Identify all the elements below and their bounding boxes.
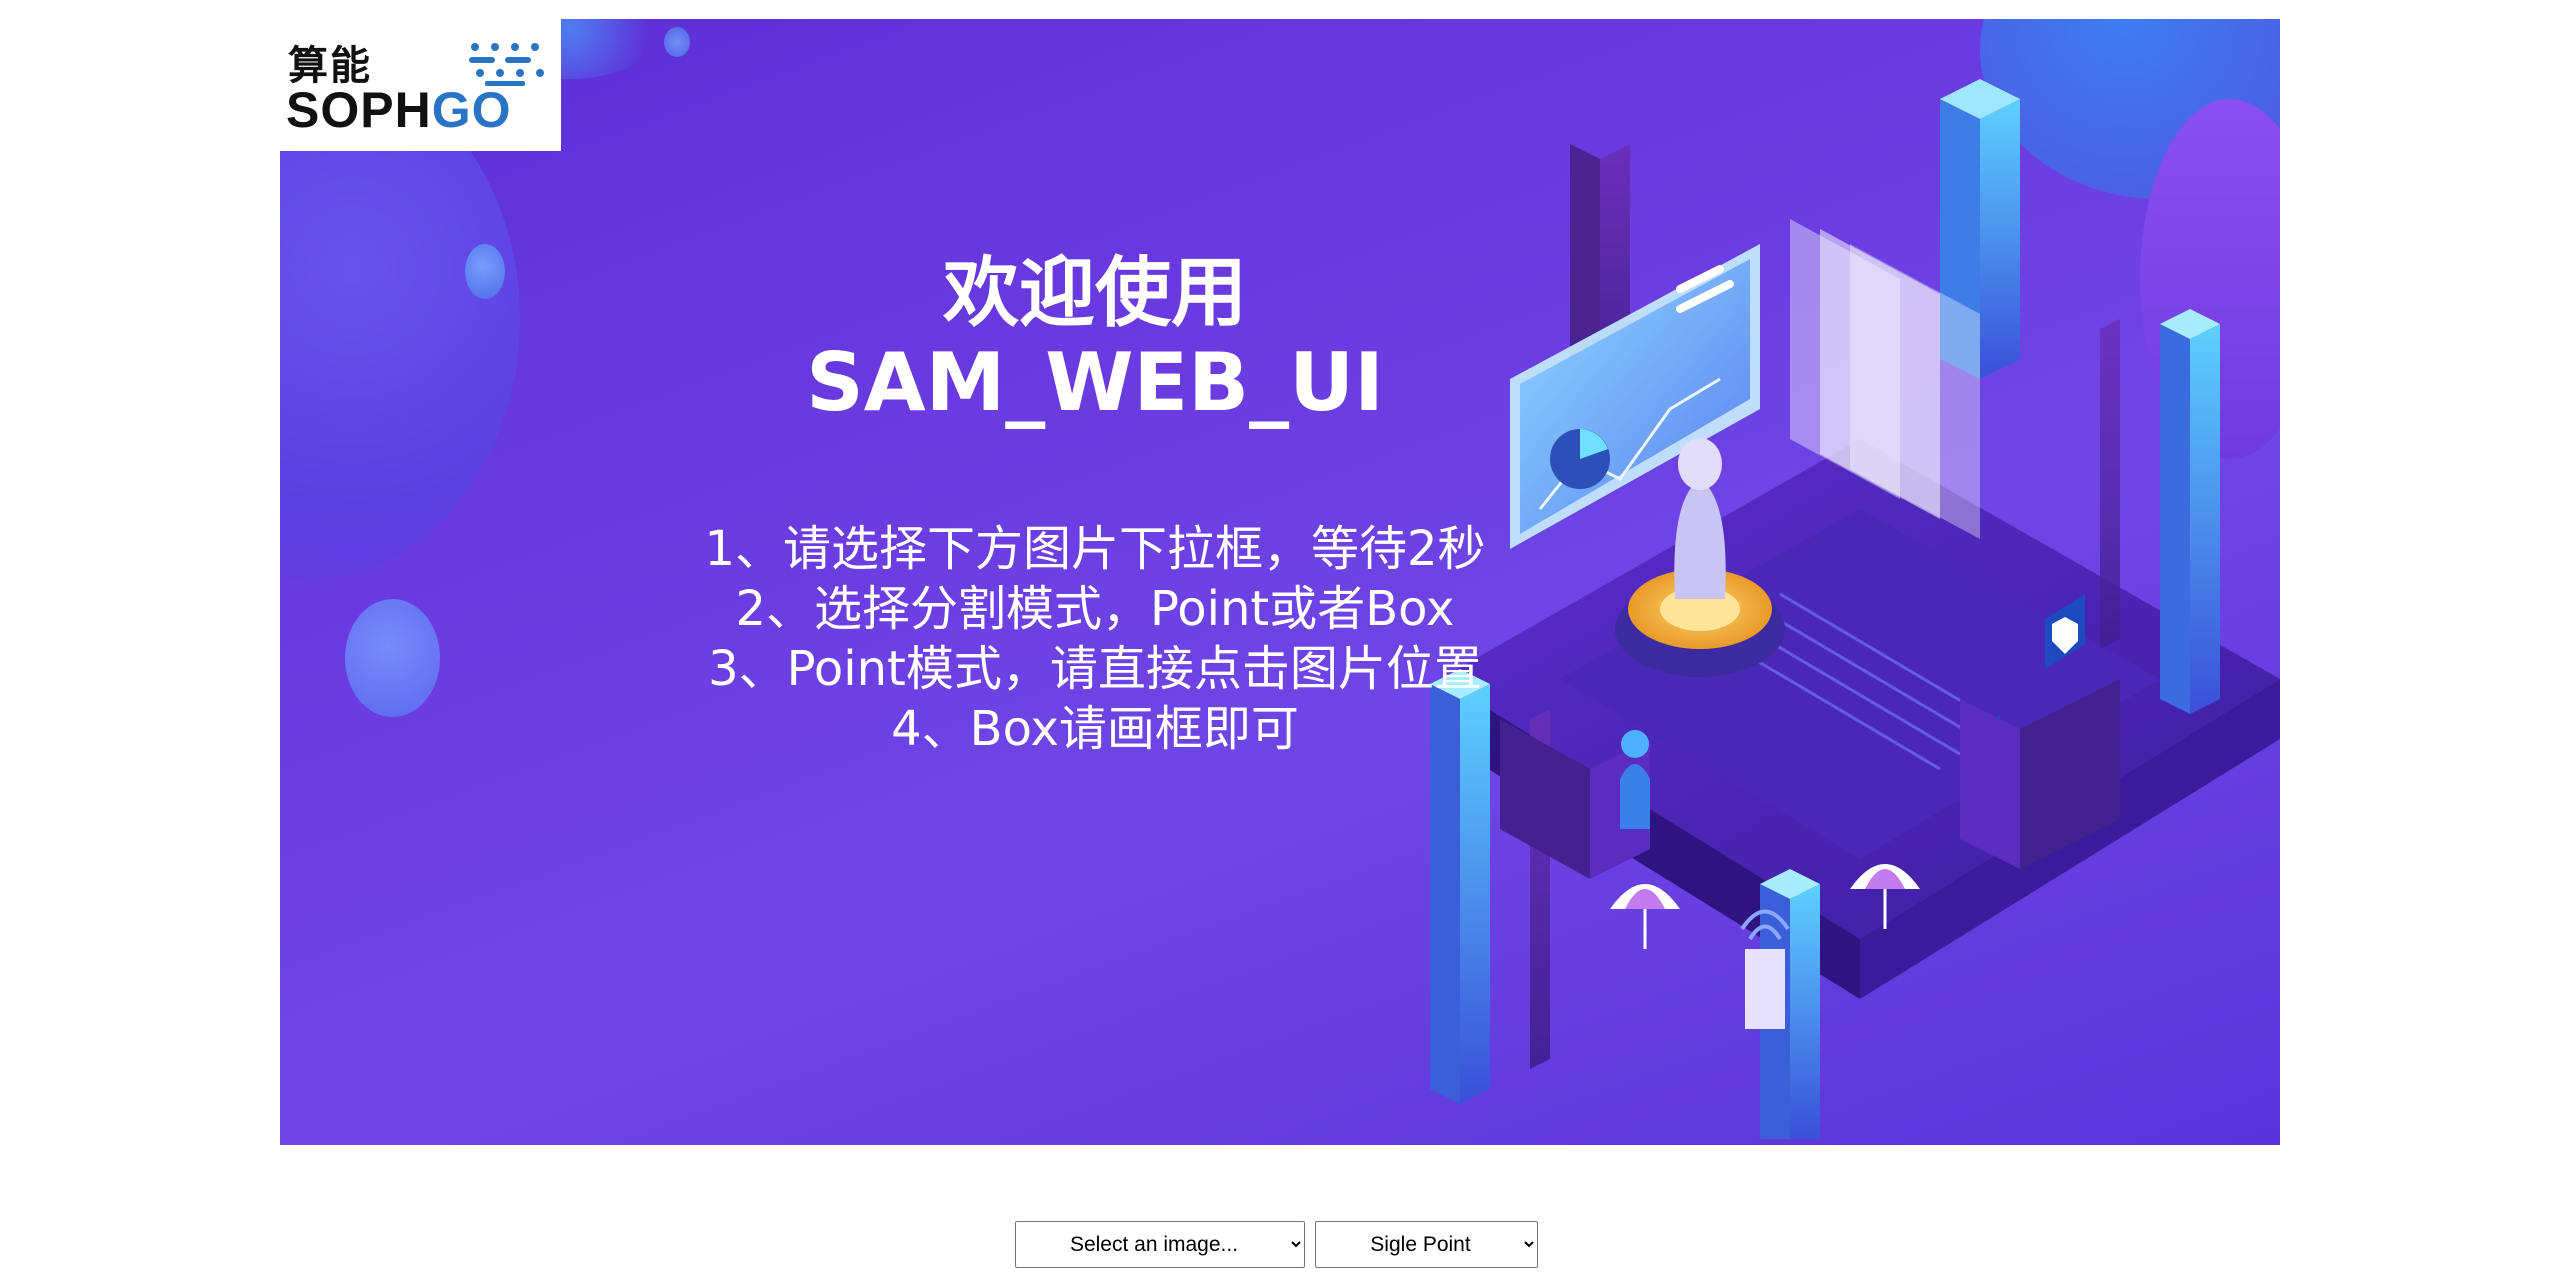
instruction-steps: 1、请选择下方图片下拉框，等待2秒 2、选择分割模式，Point或者Box 3、… (680, 519, 1510, 759)
instruction-step: 3、Point模式，请直接点击图片位置 (708, 641, 1482, 697)
page: 算能 SOPHGO 欢迎使用 SAM_WEB_UI 1、请选择下方图片下拉框，等… (0, 0, 2560, 1279)
decor-bubble (465, 244, 505, 299)
controls-bar: Select an image... Sigle Point (1015, 1221, 1538, 1268)
logo-brand-text: SOPHGO (286, 81, 512, 139)
image-select-dropdown[interactable]: Select an image... (1015, 1221, 1305, 1268)
sophgo-logo: 算能 SOPHGO (280, 19, 561, 151)
instruction-step: 4、Box请画框即可 (891, 701, 1299, 757)
segmentation-mode-dropdown[interactable]: Sigle Point (1315, 1221, 1538, 1268)
hero-subtitle: SAM_WEB_UI (806, 336, 1384, 429)
instruction-step: 1、请选择下方图片下拉框，等待2秒 (704, 521, 1486, 577)
logo-brand-suffix: GO (431, 82, 512, 138)
logo-dots-icon (469, 43, 544, 86)
hero-title: 欢迎使用 (943, 248, 1247, 337)
logo-brand-prefix: SOPH (286, 82, 432, 138)
hero-banner: 算能 SOPHGO 欢迎使用 SAM_WEB_UI 1、请选择下方图片下拉框，等… (280, 19, 2280, 1145)
isometric-city-illustration (1430, 79, 2280, 1139)
decor-bubble (345, 599, 440, 717)
hero-text: 欢迎使用 SAM_WEB_UI 1、请选择下方图片下拉框，等待2秒 2、选择分割… (680, 249, 1510, 759)
instruction-step: 2、选择分割模式，Point或者Box (735, 581, 1455, 637)
decor-bubble (664, 27, 690, 57)
